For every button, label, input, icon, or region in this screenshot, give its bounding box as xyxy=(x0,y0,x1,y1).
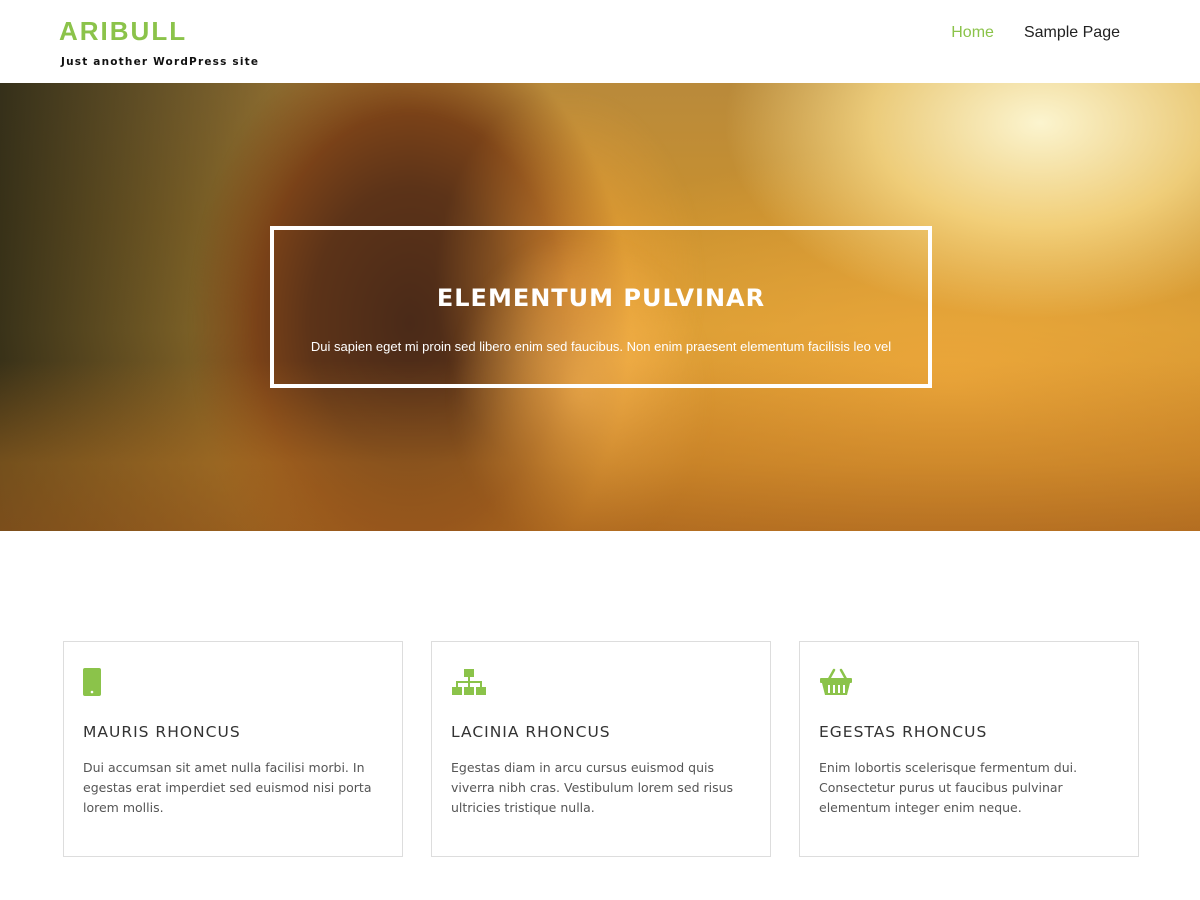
feature-title: LACINIA RHONCUS xyxy=(451,723,611,741)
feature-card: LACINIA RHONCUS Egestas diam in arcu cur… xyxy=(431,641,771,857)
nav-item-home[interactable]: Home xyxy=(951,22,994,44)
feature-title: MAURIS RHONCUS xyxy=(83,723,241,741)
hero-title: ELEMENTUM PULVINAR xyxy=(436,284,766,312)
site-header: ARIBULL Just another WordPress site Home… xyxy=(0,0,1200,83)
feature-text: Egestas diam in arcu cursus euismod quis… xyxy=(451,760,734,815)
mobile-icon xyxy=(83,667,119,697)
feature-title: EGESTAS RHONCUS xyxy=(819,723,988,741)
main-navigation: Home Sample Page xyxy=(951,22,1120,44)
site-tagline: Just another WordPress site xyxy=(61,56,260,68)
hero-caption-box: ELEMENTUM PULVINAR Dui sapien eget mi pr… xyxy=(270,226,932,388)
feature-text: Dui accumsan sit amet nulla facilisi mor… xyxy=(83,760,372,815)
shopping-basket-icon xyxy=(819,667,855,697)
hero-banner: ELEMENTUM PULVINAR Dui sapien eget mi pr… xyxy=(0,83,1200,531)
feature-card: EGESTAS RHONCUS Enim lobortis scelerisqu… xyxy=(799,641,1139,857)
feature-text: Enim lobortis scelerisque fermentum dui.… xyxy=(819,760,1078,815)
sitemap-icon xyxy=(451,667,487,697)
nav-item-sample-page[interactable]: Sample Page xyxy=(1024,22,1120,44)
feature-card: MAURIS RHONCUS Dui accumsan sit amet nul… xyxy=(63,641,403,857)
site-title-link[interactable]: ARIBULL xyxy=(59,15,187,47)
hero-text: Dui sapien eget mi proin sed libero enim… xyxy=(310,339,892,354)
